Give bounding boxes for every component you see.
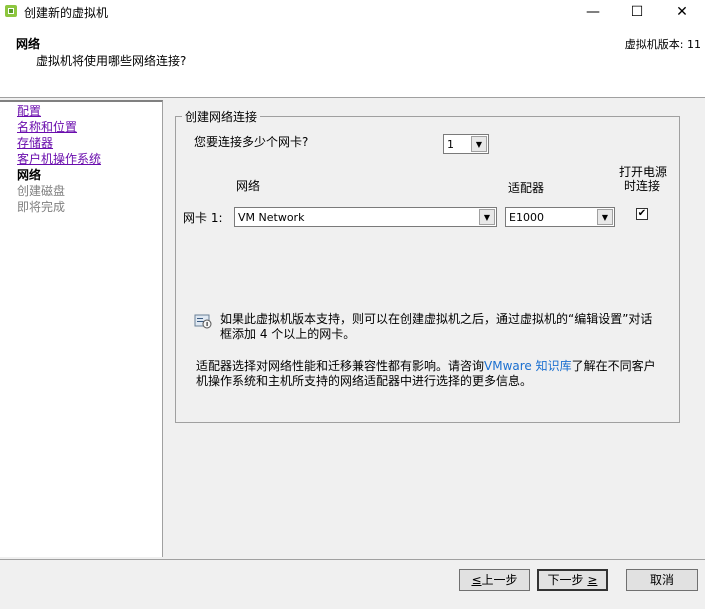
nic1-network-select[interactable]: VM Network ▼: [234, 207, 497, 227]
sidebar-item-network: 网络: [17, 168, 42, 182]
minimize-button[interactable]: —: [570, 0, 616, 24]
nic-count-value: 1: [447, 138, 454, 151]
nic-count-question: 您要连接多少个网卡?: [194, 135, 309, 149]
cancel-button[interactable]: 取消: [626, 569, 698, 591]
group-title: 创建网络连接: [182, 108, 261, 125]
nic1-connect-checkbox[interactable]: ✔: [636, 208, 648, 220]
info-icon: [194, 314, 212, 329]
chevron-down-icon: ▼: [479, 209, 495, 225]
chevron-down-icon: ▼: [597, 209, 613, 225]
next-button-label: 下一步: [547, 573, 584, 587]
sidebar-item-guest-os[interactable]: 客户机操作系统: [17, 151, 101, 167]
page-title: 网络: [16, 37, 41, 51]
column-network: 网络: [236, 179, 261, 193]
window-title: 创建新的虚拟机: [24, 6, 109, 20]
nic-count-select[interactable]: 1 ▼: [443, 134, 489, 154]
vmware-kb-link[interactable]: VMware 知识库: [484, 359, 572, 373]
back-button[interactable]: ≤上一步: [459, 569, 530, 591]
sidebar-item-config[interactable]: 配置: [17, 103, 41, 119]
next-button[interactable]: 下一步 ≥: [537, 569, 608, 591]
nic1-label: 网卡 1:: [183, 211, 223, 225]
next-mnemonic: ≥: [587, 573, 598, 587]
checkmark-icon: ✔: [637, 208, 647, 219]
nic1-network-value: VM Network: [238, 211, 305, 224]
column-connect-line2: 时连接: [624, 179, 661, 193]
page-subtitle: 虚拟机将使用哪些网络连接?: [36, 54, 187, 68]
sidebar-item-create-disk: 创建磁盘: [17, 184, 66, 198]
vsphere-logo-icon: [5, 5, 17, 17]
adapter-help-text: 适配器选择对网络性能和迁移兼容性都有影响。请咨询VMware 知识库了解在不同客…: [196, 359, 666, 389]
adapter-help-before: 适配器选择对网络性能和迁移兼容性都有影响。请咨询: [196, 359, 485, 373]
info-message: 如果此虚拟机版本支持，则可以在创建虚拟机之后，通过虚拟机的“编辑设置”对话框添加…: [220, 312, 653, 341]
column-adapter: 适配器: [508, 181, 545, 195]
vm-version-label: 虚拟机版本: 11: [624, 38, 701, 51]
sidebar-item-name-location[interactable]: 名称和位置: [17, 119, 77, 135]
title-bar: 创建新的虚拟机 — ☐ ✕: [0, 0, 705, 24]
wizard-header: 网络 虚拟机将使用哪些网络连接? 虚拟机版本: 11: [0, 24, 705, 98]
back-mnemonic: ≤: [471, 573, 482, 587]
close-button[interactable]: ✕: [659, 0, 705, 24]
chevron-down-icon: ▼: [471, 136, 487, 152]
sidebar-item-storage[interactable]: 存储器: [17, 135, 53, 151]
maximize-button[interactable]: ☐: [614, 0, 660, 24]
back-button-label: 上一步: [481, 573, 518, 587]
nic1-adapter-value: E1000: [509, 211, 544, 224]
sidebar-item-ready-to-complete: 即将完成: [17, 200, 66, 214]
nic1-adapter-select[interactable]: E1000 ▼: [505, 207, 615, 227]
